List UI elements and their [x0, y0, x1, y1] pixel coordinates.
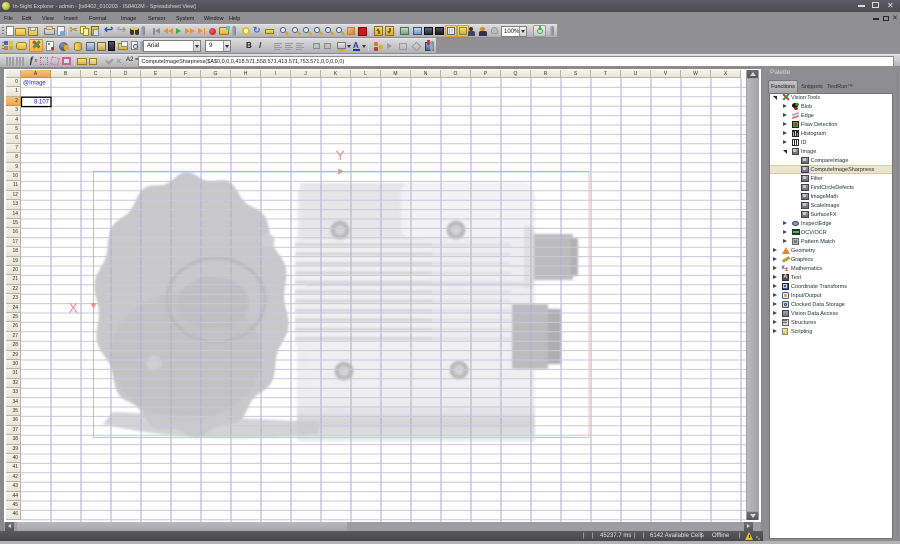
svg-text:X: X	[69, 300, 79, 316]
svg-text:8.107: 8.107	[34, 100, 50, 106]
svg-text:Y: Y	[336, 147, 346, 163]
svg-text:@Image: @Image	[23, 80, 46, 86]
